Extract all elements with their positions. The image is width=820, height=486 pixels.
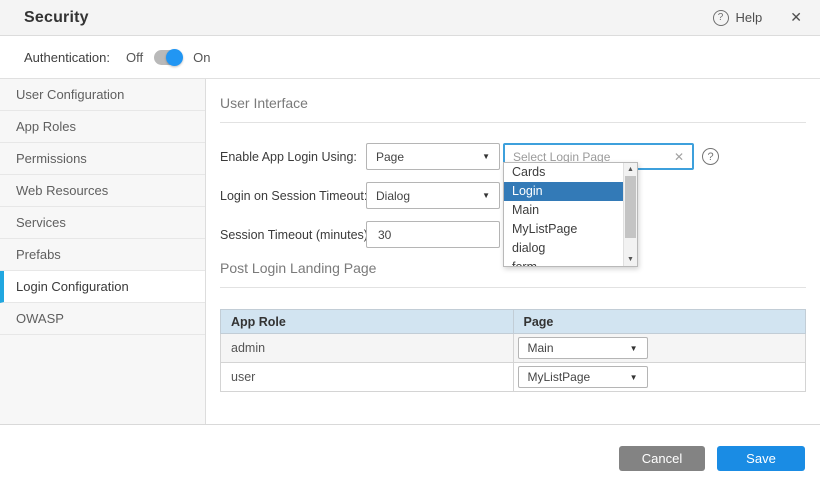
enable-login-label: Enable App Login Using: — [220, 150, 366, 164]
chevron-down-icon: ▼ — [482, 152, 490, 161]
admin-page-select[interactable]: Main ▼ — [518, 337, 648, 359]
session-timeout-login-label: Login on Session Timeout: — [220, 189, 366, 203]
role-cell: admin — [221, 334, 514, 363]
dropdown-option-login[interactable]: Login — [504, 182, 623, 201]
chevron-down-icon: ▼ — [482, 191, 490, 200]
help-label: Help — [736, 10, 763, 25]
login-page-help-icon[interactable]: ? — [702, 148, 719, 165]
header-actions: ? Help ✕ — [713, 9, 802, 26]
sidebar-item-user-configuration[interactable]: User Configuration — [0, 79, 205, 111]
chevron-down-icon: ▼ — [630, 344, 638, 353]
sidebar-item-permissions[interactable]: Permissions — [0, 143, 205, 175]
sidebar-item-services[interactable]: Services — [0, 207, 205, 239]
user-page-select[interactable]: MyListPage ▼ — [518, 366, 648, 388]
page-title: Security — [24, 9, 89, 27]
dropdown-option-form[interactable]: form — [504, 258, 623, 266]
sidebar-item-login-configuration[interactable]: Login Configuration — [0, 271, 205, 303]
session-timeout-login-select[interactable]: Dialog ▼ — [366, 182, 500, 209]
page-column-header: Page — [513, 310, 806, 334]
cancel-button[interactable]: Cancel — [619, 446, 705, 471]
session-timeout-label: Session Timeout (minutes): — [220, 228, 366, 242]
dialog-footer: Cancel Save — [0, 425, 820, 485]
landing-page-table: App Role Page admin Main ▼ user — [220, 309, 806, 392]
toggle-off-label: Off — [126, 50, 143, 65]
table-row-user: user MyListPage ▼ — [221, 363, 806, 392]
authentication-label: Authentication: — [24, 50, 110, 65]
dropdown-option-cards[interactable]: Cards — [504, 163, 623, 182]
enable-login-select[interactable]: Page ▼ — [366, 143, 500, 170]
app-role-column-header: App Role — [221, 310, 514, 334]
dialog-header: Security ? Help ✕ — [0, 0, 820, 36]
sidebar-item-web-resources[interactable]: Web Resources — [0, 175, 205, 207]
session-timeout-login-value: Dialog — [376, 189, 410, 203]
security-dialog: Security ? Help ✕ Authentication: Off On… — [0, 0, 820, 486]
scroll-up-icon[interactable]: ▲ — [624, 163, 637, 175]
dropdown-options: Cards Login Main MyListPage dialog form — [504, 163, 623, 266]
enable-login-select-value: Page — [376, 150, 404, 164]
dialog-body: User Configuration App Roles Permissions… — [0, 79, 820, 425]
login-page-dropdown: Cards Login Main MyListPage dialog form … — [503, 162, 638, 267]
admin-page-select-value: Main — [528, 341, 554, 355]
authentication-toggle[interactable] — [154, 50, 182, 65]
dropdown-option-mylistpage[interactable]: MyListPage — [504, 220, 623, 239]
sidebar-item-app-roles[interactable]: App Roles — [0, 111, 205, 143]
close-icon[interactable]: ✕ — [790, 9, 802, 26]
session-timeout-input[interactable] — [366, 221, 500, 248]
user-interface-section-title: User Interface — [220, 95, 806, 123]
table-row-admin: admin Main ▼ — [221, 334, 806, 363]
dropdown-option-main[interactable]: Main — [504, 201, 623, 220]
role-cell: user — [221, 363, 514, 392]
sidebar-item-prefabs[interactable]: Prefabs — [0, 239, 205, 271]
table-header-row: App Role Page — [221, 310, 806, 334]
toggle-knob — [166, 49, 183, 66]
login-configuration-panel: User Interface Enable App Login Using: P… — [206, 79, 820, 424]
clear-icon[interactable]: ✕ — [674, 150, 684, 164]
dropdown-option-dialog[interactable]: dialog — [504, 239, 623, 258]
save-button[interactable]: Save — [717, 446, 805, 471]
scrollbar-thumb[interactable] — [625, 176, 636, 238]
settings-sidebar: User Configuration App Roles Permissions… — [0, 79, 206, 424]
toggle-on-label: On — [193, 50, 210, 65]
authentication-bar: Authentication: Off On — [0, 36, 820, 79]
user-page-select-value: MyListPage — [528, 370, 591, 384]
sidebar-item-owasp[interactable]: OWASP — [0, 303, 205, 335]
scroll-down-icon[interactable]: ▼ — [624, 253, 637, 265]
help-icon: ? — [713, 10, 729, 26]
dropdown-scrollbar[interactable]: ▲ ▼ — [623, 163, 637, 266]
help-button[interactable]: ? Help — [713, 10, 763, 26]
chevron-down-icon: ▼ — [630, 373, 638, 382]
